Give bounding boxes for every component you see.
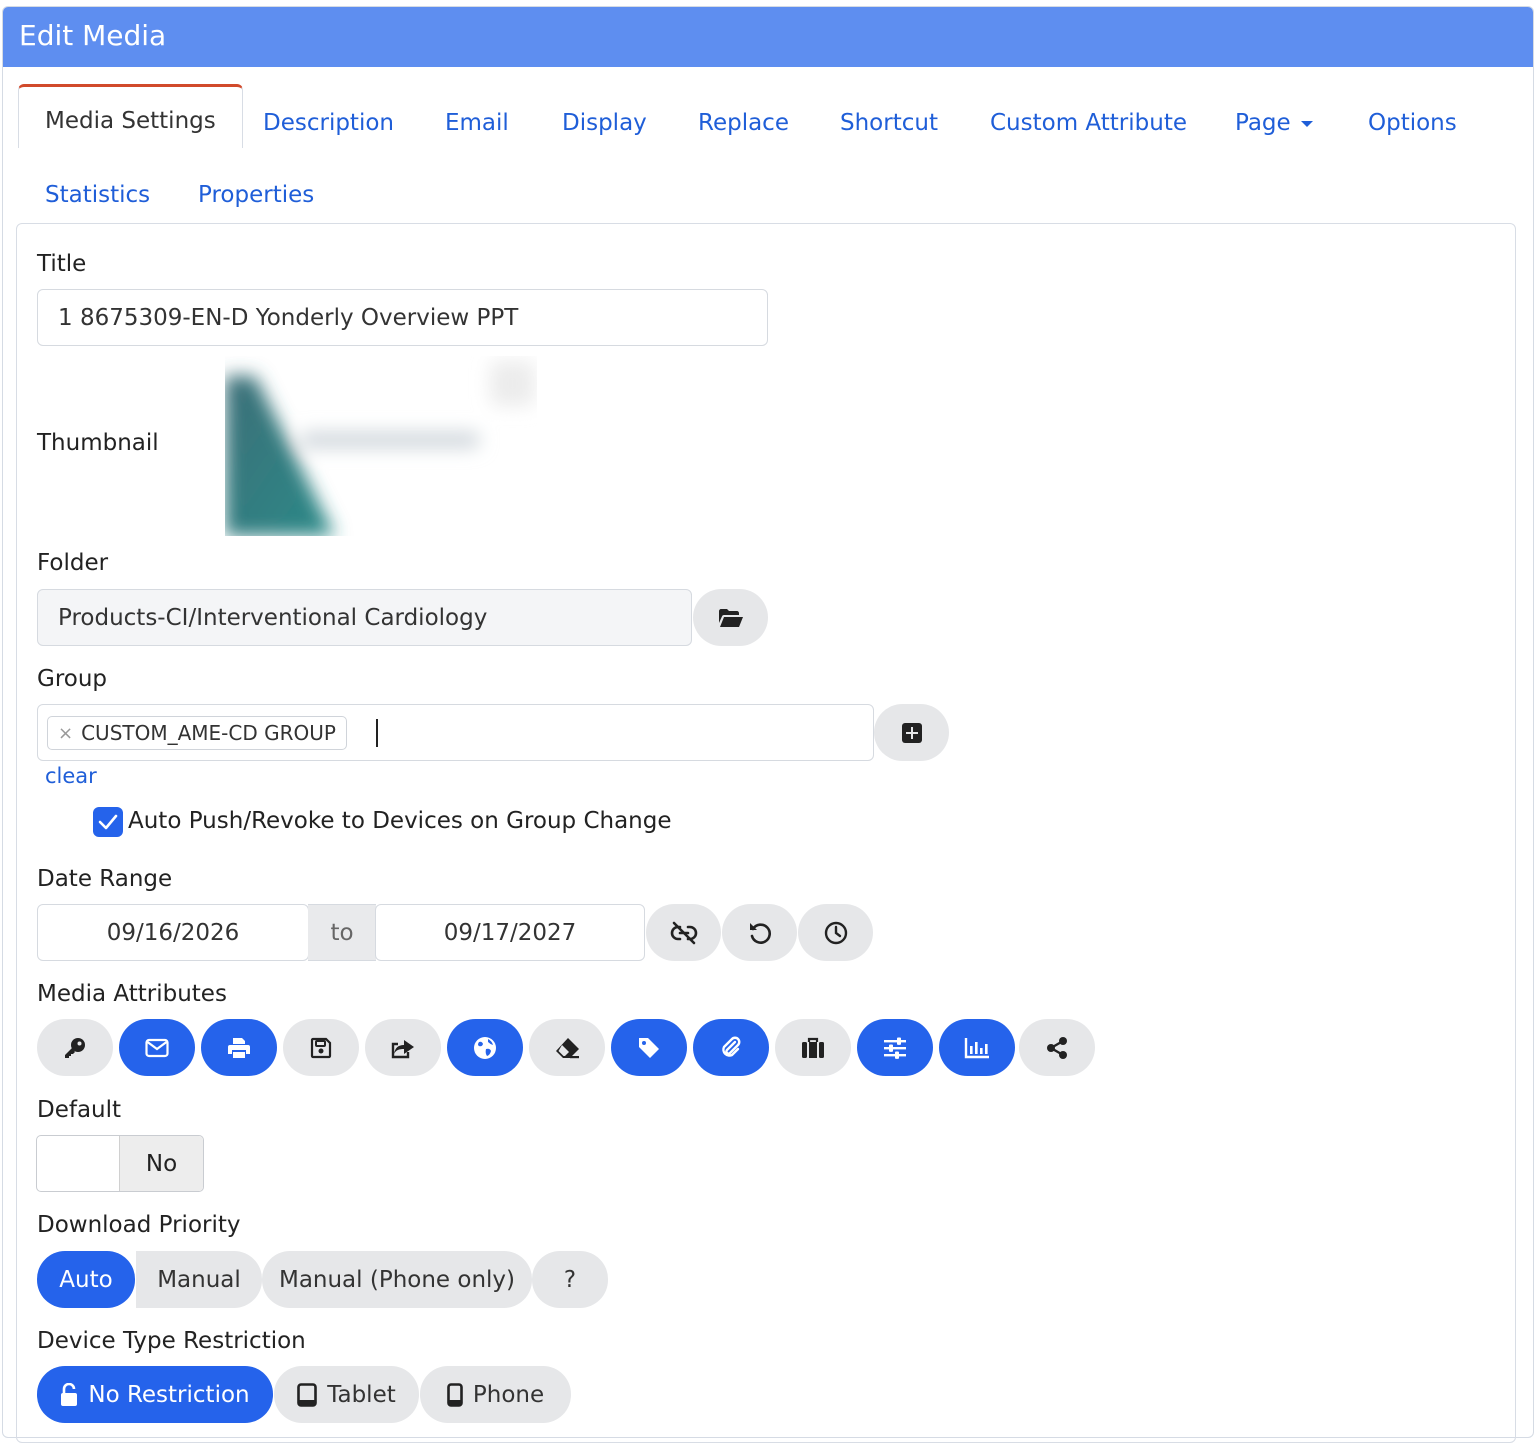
check-icon bbox=[98, 814, 118, 830]
tab-properties[interactable]: Properties bbox=[198, 182, 314, 208]
reset-dates-button[interactable] bbox=[722, 904, 797, 961]
clear-group-link[interactable]: clear bbox=[45, 764, 97, 788]
default-toggle-value: No bbox=[119, 1136, 203, 1191]
tag-icon bbox=[639, 1037, 659, 1058]
tab-display[interactable]: Display bbox=[562, 110, 647, 136]
clock-icon bbox=[824, 921, 847, 944]
attr-share-button[interactable] bbox=[1019, 1019, 1095, 1076]
unlink-dates-button[interactable] bbox=[646, 904, 721, 961]
folder-label: Folder bbox=[37, 550, 109, 576]
tab-media-settings[interactable]: Media Settings bbox=[18, 84, 243, 148]
envelope-icon bbox=[145, 1038, 169, 1057]
dialog-title: Edit Media bbox=[19, 19, 167, 52]
default-label: Default bbox=[37, 1097, 122, 1123]
caret-down-icon bbox=[1300, 120, 1313, 127]
tab-statistics[interactable]: Statistics bbox=[45, 182, 150, 208]
priority-manual-phone-option[interactable]: Manual (Phone only) bbox=[262, 1251, 532, 1308]
tab-options[interactable]: Options bbox=[1368, 110, 1457, 136]
attr-print-button[interactable] bbox=[201, 1019, 277, 1076]
group-tag-label: CUSTOM_AME-CD GROUP bbox=[81, 721, 336, 745]
device-tablet-option[interactable]: Tablet bbox=[274, 1366, 419, 1423]
print-icon bbox=[228, 1037, 250, 1058]
dialog-header: Edit Media bbox=[3, 7, 1533, 67]
attr-briefcase-button[interactable] bbox=[775, 1019, 851, 1076]
device-tablet-label: Tablet bbox=[327, 1381, 396, 1408]
device-phone-label: Phone bbox=[472, 1381, 545, 1408]
attr-email-button[interactable] bbox=[119, 1019, 195, 1076]
device-no-restriction-label: No Restriction bbox=[88, 1381, 250, 1408]
start-date-input[interactable]: 09/16/2026 bbox=[37, 904, 309, 961]
priority-auto-option[interactable]: Auto bbox=[37, 1251, 135, 1308]
tab-email[interactable]: Email bbox=[445, 110, 509, 136]
priority-help-button[interactable]: ? bbox=[532, 1251, 608, 1308]
thumbnail-label: Thumbnail bbox=[37, 430, 159, 456]
group-label: Group bbox=[37, 666, 108, 692]
date-range-separator: to bbox=[308, 904, 376, 961]
default-toggle[interactable]: No bbox=[36, 1135, 204, 1192]
schedule-button[interactable] bbox=[798, 904, 873, 961]
attr-erase-button[interactable] bbox=[529, 1019, 605, 1076]
share-nodes-icon bbox=[1047, 1036, 1067, 1059]
plus-square-icon bbox=[901, 722, 922, 743]
tab-description[interactable]: Description bbox=[263, 110, 394, 136]
globe-icon bbox=[474, 1036, 496, 1059]
thumbnail-preview bbox=[225, 356, 537, 536]
attr-settings-button[interactable] bbox=[857, 1019, 933, 1076]
date-range-label: Date Range bbox=[37, 866, 173, 892]
attr-public-button[interactable] bbox=[447, 1019, 523, 1076]
save-icon bbox=[310, 1037, 332, 1058]
attr-tag-button[interactable] bbox=[611, 1019, 687, 1076]
title-input[interactable]: 1 8675309-EN-D Yonderly Overview PPT bbox=[37, 289, 768, 346]
tab-replace[interactable]: Replace bbox=[698, 110, 789, 136]
folder-input: Products-CI/Interventional Cardiology bbox=[37, 589, 692, 646]
media-attributes-label: Media Attributes bbox=[37, 981, 227, 1007]
tab-shortcut[interactable]: Shortcut bbox=[840, 110, 938, 136]
device-restriction-label: Device Type Restriction bbox=[37, 1328, 306, 1354]
tab-custom-attribute[interactable]: Custom Attribute bbox=[990, 110, 1187, 136]
device-phone-option[interactable]: Phone bbox=[420, 1366, 571, 1423]
auto-push-label: Auto Push/Revoke to Devices on Group Cha… bbox=[128, 808, 672, 834]
download-priority-label: Download Priority bbox=[37, 1212, 241, 1238]
add-group-button[interactable] bbox=[874, 704, 949, 761]
tablet-icon bbox=[297, 1382, 318, 1407]
attr-statistics-button[interactable] bbox=[939, 1019, 1015, 1076]
sliders-icon bbox=[884, 1037, 906, 1059]
thumbnail-image[interactable] bbox=[225, 356, 537, 536]
eraser-icon bbox=[556, 1037, 579, 1058]
tab-page-label: Page bbox=[1235, 110, 1291, 136]
folder-open-icon bbox=[718, 608, 743, 627]
browse-folder-button[interactable] bbox=[693, 589, 768, 646]
unlock-icon bbox=[61, 1382, 78, 1406]
attr-share-external-button[interactable] bbox=[365, 1019, 441, 1076]
share-square-icon bbox=[391, 1039, 414, 1058]
undo-icon bbox=[749, 922, 771, 944]
paperclip-icon bbox=[722, 1036, 741, 1057]
attr-save-button[interactable] bbox=[283, 1019, 359, 1076]
attr-attachment-button[interactable] bbox=[693, 1019, 769, 1076]
auto-push-checkbox[interactable] bbox=[93, 807, 123, 837]
end-date-input[interactable]: 09/17/2027 bbox=[375, 904, 645, 961]
attr-key-button[interactable] bbox=[37, 1019, 113, 1076]
link-slash-icon bbox=[670, 921, 697, 944]
chart-icon bbox=[964, 1037, 989, 1058]
device-no-restriction-option[interactable]: No Restriction bbox=[37, 1366, 273, 1423]
phone-icon bbox=[447, 1382, 463, 1407]
group-tag: × CUSTOM_AME-CD GROUP bbox=[47, 716, 347, 750]
tag-remove-icon[interactable]: × bbox=[58, 723, 73, 744]
key-icon bbox=[65, 1037, 85, 1058]
priority-manual-option[interactable]: Manual bbox=[136, 1251, 262, 1308]
suitcase-icon bbox=[802, 1037, 824, 1058]
tab-page-dropdown[interactable]: Page bbox=[1235, 110, 1313, 136]
title-label: Title bbox=[37, 251, 87, 277]
text-cursor bbox=[376, 719, 378, 747]
